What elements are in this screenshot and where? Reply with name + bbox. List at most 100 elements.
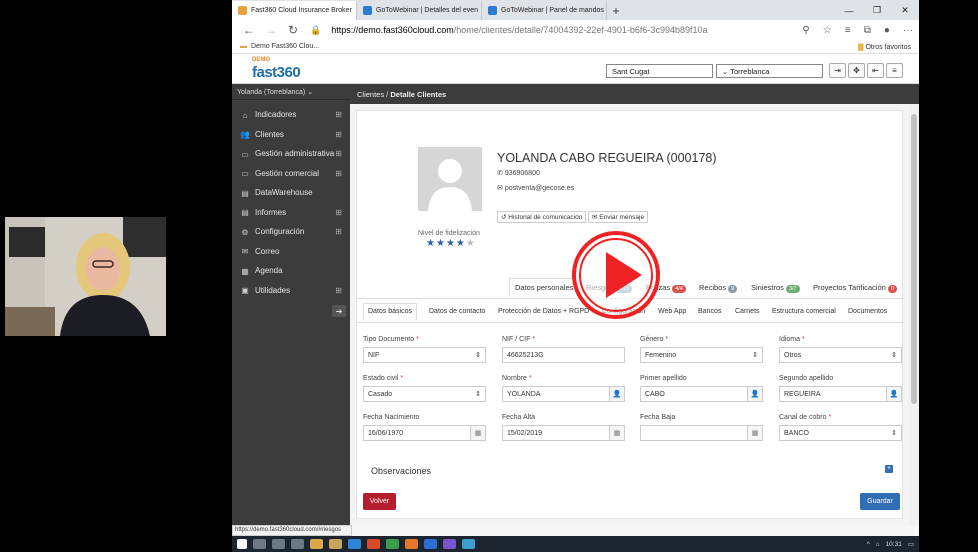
- chevron-up-icon[interactable]: ^: [867, 541, 870, 548]
- primer-apellido-input[interactable]: CABO 👤: [640, 386, 763, 402]
- sidebar-item-clientes[interactable]: 👥 Clientes ⊞: [232, 125, 350, 145]
- guardar-button[interactable]: Guardar: [860, 493, 900, 510]
- store-icon[interactable]: [329, 539, 342, 549]
- sidebar-item-gesti-n-administrativa[interactable]: ▭ Gestión administrativa ⊞: [232, 144, 350, 164]
- fecha-baja-input[interactable]: ▦: [640, 425, 763, 441]
- sidebar-item-agenda[interactable]: ▦ Agenda: [232, 261, 350, 281]
- fecha-alta-input[interactable]: 15/02/2019 ▦: [502, 425, 625, 441]
- select-arrows-icon: ⇕: [891, 352, 897, 359]
- network-icon[interactable]: ⌂: [876, 541, 880, 548]
- subtab-carnets[interactable]: Carnets: [735, 308, 760, 315]
- horizontal-scrollbar[interactable]: [352, 525, 919, 536]
- notifications-icon[interactable]: ▭: [908, 540, 914, 548]
- search-icon[interactable]: [253, 539, 266, 549]
- firefox-icon[interactable]: [405, 539, 418, 549]
- tab-proyectos-tarificaci-n[interactable]: Proyectos Tarificación 0: [813, 283, 897, 293]
- users-icon: 👥: [240, 130, 250, 140]
- gotowebinar-icon[interactable]: [462, 539, 475, 549]
- reload-icon[interactable]: ↻: [282, 23, 304, 37]
- star-icon[interactable]: ☆: [823, 25, 832, 36]
- subtab-documentos[interactable]: Documentos: [848, 308, 887, 315]
- back-arrow-icon[interactable]: ←: [238, 23, 260, 37]
- word-icon[interactable]: [424, 539, 437, 549]
- sidebar-item-informes[interactable]: ▤ Informes ⊞: [232, 203, 350, 223]
- fast360-logo[interactable]: DEMO fast360: [252, 57, 322, 83]
- nif-input[interactable]: 46625213G: [502, 347, 625, 363]
- tab-recibos[interactable]: Recibos 9: [699, 283, 738, 293]
- tab-siniestros[interactable]: Siniestros 3/7: [751, 283, 800, 293]
- page-scrollbar[interactable]: [909, 104, 919, 525]
- agency-select[interactable]: ⌄ Torreblanca: [716, 64, 823, 78]
- communication-history-button[interactable]: ↺ Historial de comunicación: [497, 211, 587, 223]
- collections-icon[interactable]: ⧉: [864, 25, 871, 36]
- cortana-icon[interactable]: [272, 539, 285, 549]
- sidebar-item-indicadores[interactable]: ⌂ Indicadores ⊞: [232, 105, 350, 125]
- subtab-estructura-comercial[interactable]: Estructura comercial: [772, 308, 836, 315]
- user-menu[interactable]: Yolanda (Torreblanca) ⌄: [232, 84, 350, 100]
- other-favorites[interactable]: ▇ Otros favoritos: [858, 43, 911, 51]
- url-input[interactable]: https://demo.fast360cloud.com/home/clien…: [331, 25, 792, 35]
- video-play-icon[interactable]: [572, 231, 660, 319]
- logout-icon[interactable]: ⇤: [867, 63, 884, 78]
- hamburger-menu-icon[interactable]: ≡: [886, 63, 903, 78]
- segundo-apellido-input[interactable]: REGUEIRA 👤: [779, 386, 902, 402]
- app-icon[interactable]: [443, 539, 456, 549]
- browser-tab[interactable]: Fast360 Cloud Insurance Broker ✕: [232, 1, 357, 20]
- scrollbar-thumb[interactable]: [911, 114, 917, 404]
- browser-tab[interactable]: GoToWebinar | Panel de mandos ✕: [482, 1, 607, 20]
- fecha-nacimiento-input[interactable]: 16/06/1970 ▦: [363, 425, 486, 441]
- tipo-documento-select[interactable]: NIF ⇕: [363, 347, 486, 363]
- sidebar-item-utilidades[interactable]: ▣ Utilidades ⊞: [232, 281, 350, 301]
- profile-icon[interactable]: ●: [884, 25, 890, 36]
- file-explorer-icon[interactable]: [310, 539, 323, 549]
- calendar-icon[interactable]: ▦: [747, 426, 762, 440]
- chrome-icon[interactable]: [386, 539, 399, 549]
- expand-plus-icon[interactable]: +: [885, 465, 893, 473]
- edge-icon[interactable]: [348, 539, 361, 549]
- login-icon[interactable]: ⇥: [829, 63, 846, 78]
- office-select[interactable]: Sant Cugat: [606, 64, 713, 78]
- lock-icon[interactable]: 🔒: [310, 25, 321, 36]
- maximize-icon[interactable]: ❐: [863, 5, 891, 16]
- favorites-icon[interactable]: ≡: [845, 25, 851, 36]
- plus-icon[interactable]: +: [607, 1, 625, 20]
- user-icon: 👤: [609, 387, 624, 401]
- bookmark-link[interactable]: Demo Fast360 Clou...: [251, 43, 319, 50]
- breadcrumb-current: Detalle Clientes: [390, 90, 447, 99]
- subtab-protecci-n-de-datos-rgpd[interactable]: Protección de Datos + RGPD: [498, 308, 589, 315]
- close-window-icon[interactable]: ✕: [891, 5, 919, 16]
- idioma-select[interactable]: Otros ⇕: [779, 347, 902, 363]
- task-view-icon[interactable]: [291, 539, 304, 549]
- subtab-datos-b-sicos[interactable]: Datos básicos: [363, 303, 417, 320]
- windows-start-icon[interactable]: [237, 539, 247, 549]
- office-icon[interactable]: [367, 539, 380, 549]
- play-triangle: [606, 252, 642, 298]
- nombre-input[interactable]: YOLANDA 👤: [502, 386, 625, 402]
- forward-arrow-icon[interactable]: →: [260, 23, 282, 37]
- sidebar-item-correo[interactable]: ✉ Correo: [232, 242, 350, 262]
- tab-datos-personales[interactable]: Datos personales: [509, 278, 580, 297]
- sidebar-item-datawarehouse[interactable]: ▤ DataWarehouse: [232, 183, 350, 203]
- calendar-icon[interactable]: ▦: [470, 426, 485, 440]
- clock[interactable]: 10:31: [886, 541, 902, 548]
- sidebar-item-configuraci-n[interactable]: ⚙ Configuración ⊞: [232, 222, 350, 242]
- volver-button[interactable]: Volver: [363, 493, 396, 510]
- browser-tab[interactable]: GoToWebinar | Detalles del even ✕: [357, 1, 482, 20]
- idioma-value: Otros: [784, 352, 802, 359]
- subtab-web-app[interactable]: Web App: [658, 308, 686, 315]
- estado-civil-select[interactable]: Casado ⇕: [363, 386, 486, 402]
- calendar-icon[interactable]: ▦: [609, 426, 624, 440]
- sidebar-item-gesti-n-comercial[interactable]: ▭ Gestión comercial ⊞: [232, 164, 350, 184]
- star-icon: ★: [465, 238, 476, 249]
- subtab-datos-de-contacto[interactable]: Datos de contacto: [429, 308, 485, 315]
- search-icon[interactable]: ⚲: [802, 25, 809, 36]
- canal-cobro-select[interactable]: BANCO ⇕: [779, 425, 902, 441]
- collapse-sidebar-icon[interactable]: ➜: [332, 305, 346, 317]
- subtab-bancos[interactable]: Bancos: [698, 308, 721, 315]
- more-icon[interactable]: ···: [903, 25, 913, 36]
- breadcrumb-root[interactable]: Clientes /: [357, 90, 388, 99]
- send-message-button[interactable]: ✉ Enviar mensaje: [588, 211, 649, 223]
- minimize-icon[interactable]: —: [835, 6, 863, 16]
- genero-select[interactable]: Femenino ⇕: [640, 347, 763, 363]
- fullscreen-icon[interactable]: ✥: [848, 63, 865, 78]
